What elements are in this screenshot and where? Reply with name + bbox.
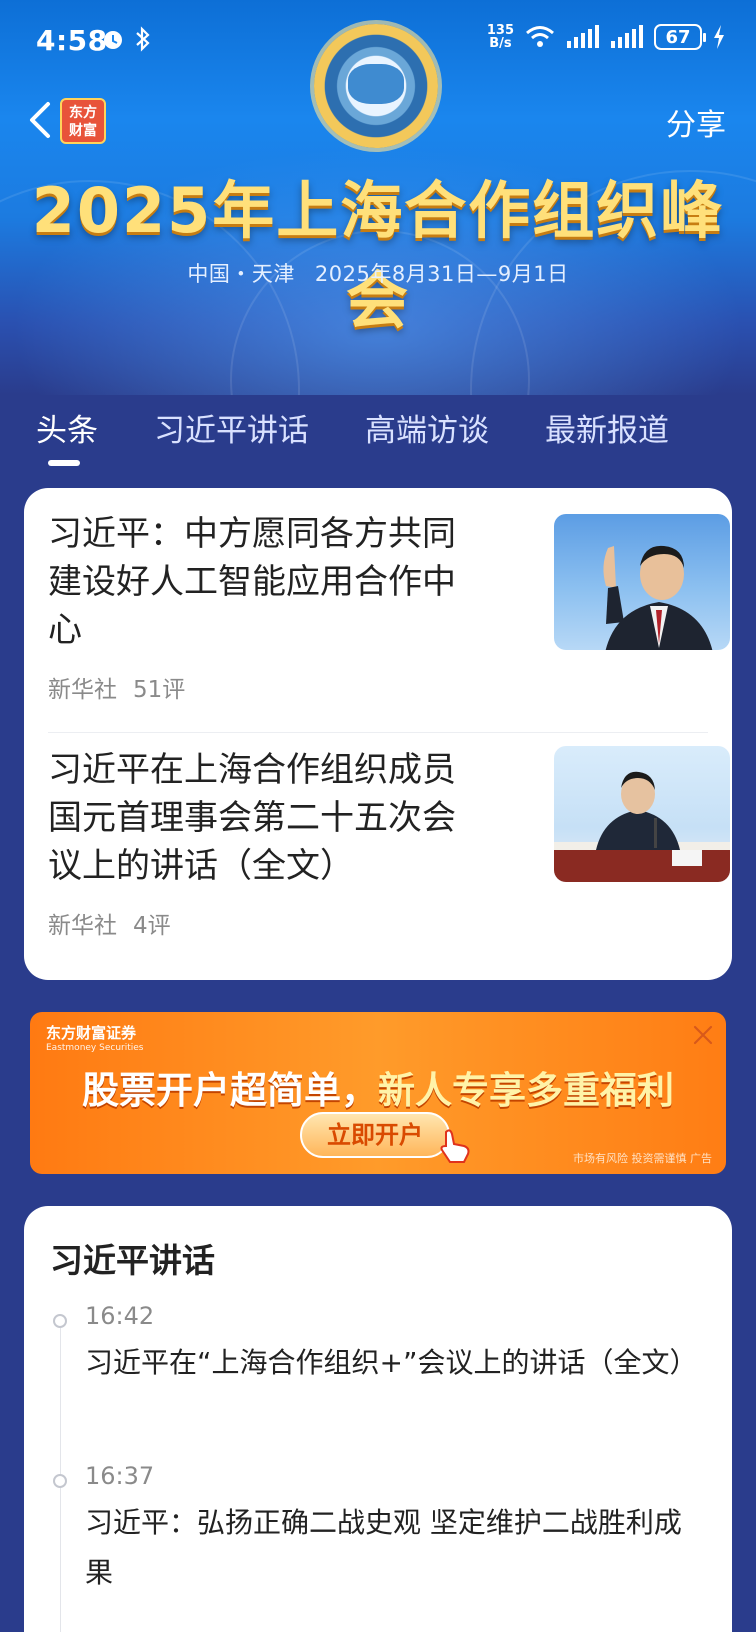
timeline-headline[interactable]: 习近平在“上海合作组织+”会议上的讲话（全文） xyxy=(85,1338,697,1388)
charging-icon xyxy=(714,25,724,49)
tab-latest-reports[interactable]: 最新报道 xyxy=(545,405,669,465)
news-item[interactable]: 习近平在上海合作组织成员国元首理事会第二十五次会议上的讲话（全文） 新华社 4评 xyxy=(48,746,730,956)
sco-emblem xyxy=(314,24,438,148)
ad-disclaimer: 市场有风险 投资需谨慎 广告 xyxy=(573,1152,712,1165)
tab-xi-speeches[interactable]: 习近平讲话 xyxy=(154,405,309,465)
news-source: 新华社 xyxy=(48,913,117,939)
summit-header-banner: 4:58 135 B/s 67 东方 财富 分享 2025年上海合作组织峰会 中… xyxy=(0,0,756,395)
timeline-time: 16:42 xyxy=(85,1302,155,1330)
section-title: 习近平讲话 xyxy=(50,1241,215,1280)
chevron-left-icon xyxy=(30,102,50,138)
ad-brand: 东方财富证券 Eastmoney Securities xyxy=(46,1024,144,1053)
news-title[interactable]: 习近平：中方愿同各方共同建设好人工智能应用合作中心 xyxy=(48,510,488,654)
signal-icon xyxy=(567,25,599,48)
person-photo xyxy=(554,771,730,882)
ad-headline: 股票开户超简单，新人专享多重福利 xyxy=(82,1069,674,1112)
back-button[interactable] xyxy=(22,98,58,142)
news-comment-count: 51评 xyxy=(133,677,186,703)
headline-news-card: 习近平：中方愿同各方共同建设好人工智能应用合作中心 新华社 51评 习近平在上海合… xyxy=(24,488,732,980)
summit-subtitle: 中国・天津 2025年8月31日—9月1日 xyxy=(0,258,756,288)
close-icon xyxy=(693,1025,713,1045)
summit-dates: 2025年8月31日—9月1日 xyxy=(314,262,569,286)
person-photo xyxy=(603,545,713,650)
news-comment-count: 4评 xyxy=(133,913,171,939)
timeline-headline[interactable]: 习近平：弘扬正确二战史观 坚定维护二战胜利成果 xyxy=(85,1498,695,1598)
share-button[interactable]: 分享 xyxy=(666,100,726,144)
timeline-time: 16:37 xyxy=(85,1462,155,1490)
speech-section: 习近平讲话 16:42 习近平在“上海合作组织+”会议上的讲话（全文） 16:3… xyxy=(24,1206,732,1632)
timeline-dot xyxy=(53,1314,67,1328)
divider xyxy=(48,732,708,733)
open-account-button[interactable]: 立即开户 xyxy=(300,1112,450,1158)
category-tabs: 头条 习近平讲话 高端访谈 最新报道 xyxy=(0,405,756,466)
timeline-dot xyxy=(53,1474,67,1488)
ad-close-button[interactable] xyxy=(688,1020,718,1050)
status-time: 4:58 xyxy=(36,24,108,57)
news-meta: 新华社 51评 xyxy=(48,670,185,704)
account-opening-ad[interactable]: 东方财富证券 Eastmoney Securities 股票开户超简单，新人专享… xyxy=(30,1012,726,1174)
wifi-icon xyxy=(526,26,554,47)
news-source: 新华社 xyxy=(48,677,117,703)
news-thumbnail[interactable] xyxy=(554,514,730,650)
battery-indicator: 67 xyxy=(654,24,706,50)
news-thumbnail[interactable] xyxy=(554,746,730,882)
summit-location: 中国・天津 xyxy=(187,262,295,286)
alarm-icon xyxy=(104,31,122,49)
news-meta: 新华社 4评 xyxy=(48,906,171,940)
eastmoney-logo: 东方 财富 xyxy=(60,98,106,144)
hand-pointer-icon xyxy=(440,1129,470,1163)
news-title[interactable]: 习近平在上海合作组织成员国元首理事会第二十五次会议上的讲话（全文） xyxy=(48,746,488,890)
network-speed: 135 B/s xyxy=(486,23,514,51)
tab-interviews[interactable]: 高端访谈 xyxy=(365,405,489,465)
summit-title: 2025年上海合作组织峰会 xyxy=(31,174,725,337)
signal-icon xyxy=(611,25,643,48)
tab-headlines[interactable]: 头条 xyxy=(36,405,98,466)
bluetooth-icon xyxy=(136,26,150,52)
news-item[interactable]: 习近平：中方愿同各方共同建设好人工智能应用合作中心 新华社 51评 xyxy=(48,510,730,720)
